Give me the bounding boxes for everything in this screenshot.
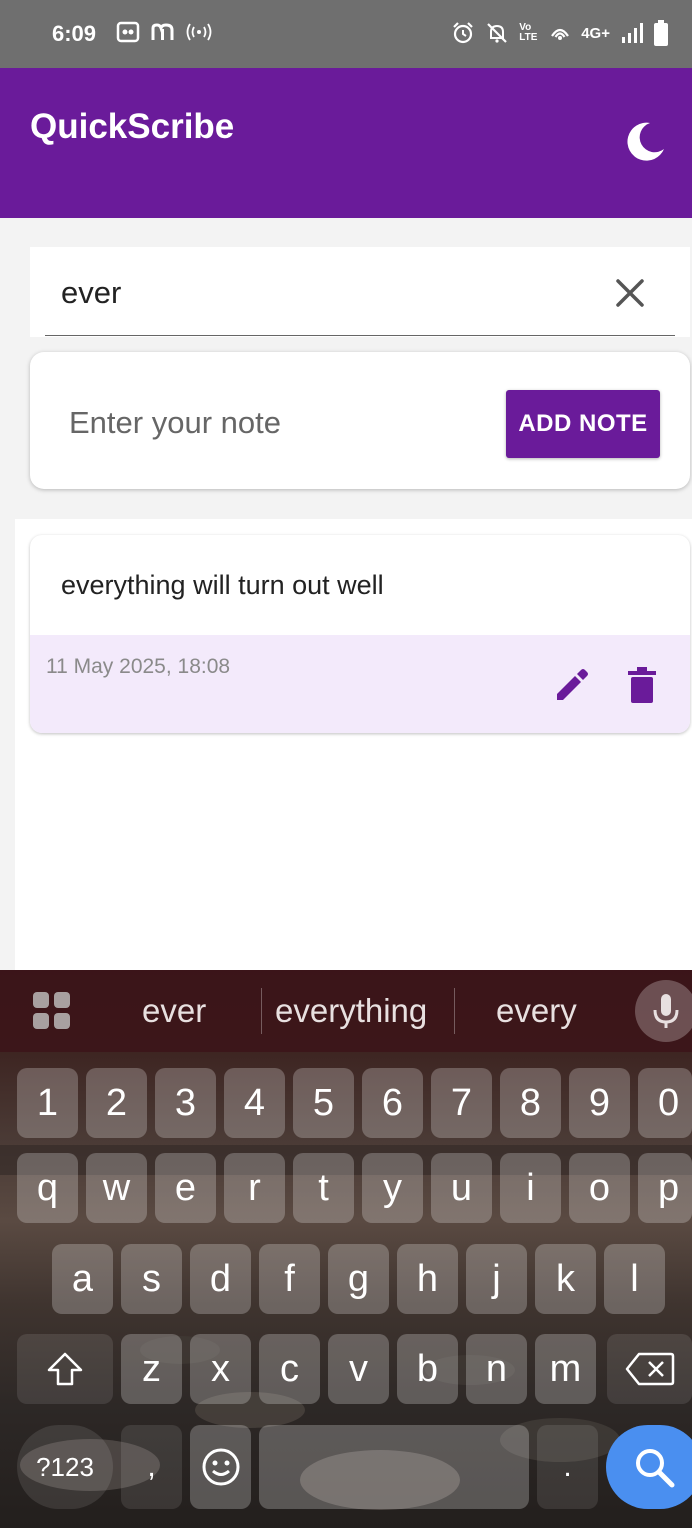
status-time: 6:09 (52, 21, 97, 46)
suggestion-bar: ever everything every (0, 970, 692, 1052)
key-j[interactable]: j (466, 1244, 527, 1314)
key-d[interactable]: d (190, 1244, 251, 1314)
search-key[interactable] (606, 1425, 692, 1509)
key-p[interactable]: p (638, 1153, 692, 1223)
suggestion-divider (261, 988, 262, 1034)
pencil-icon[interactable] (552, 665, 592, 705)
key-6[interactable]: 6 (362, 1068, 423, 1138)
comma-key[interactable]: , (121, 1425, 182, 1509)
key-h[interactable]: h (397, 1244, 458, 1314)
m-app-icon (151, 23, 174, 40)
apps-grid-icon[interactable] (33, 992, 71, 1030)
key-y[interactable]: y (362, 1153, 423, 1223)
screenshot-icon (116, 21, 140, 43)
trash-icon[interactable] (622, 665, 662, 705)
key-w[interactable]: w (86, 1153, 147, 1223)
key-4[interactable]: 4 (224, 1068, 285, 1138)
note-date: 11 May 2025, 18:08 (46, 655, 231, 678)
key-x[interactable]: x (190, 1334, 251, 1404)
status-bar: 6:09 Vo LTE 4G+ (0, 0, 692, 68)
key-b[interactable]: b (397, 1334, 458, 1404)
note-input[interactable]: Enter your note (69, 405, 281, 441)
shift-icon (47, 1352, 83, 1386)
app-title: QuickScribe (30, 107, 235, 146)
key-m[interactable]: m (535, 1334, 596, 1404)
network-type: 4G+ (581, 24, 610, 42)
wifi-calling-icon (551, 28, 570, 40)
key-u[interactable]: u (431, 1153, 492, 1223)
key-1[interactable]: 1 (17, 1068, 78, 1138)
moon-icon[interactable] (620, 117, 670, 167)
backspace-icon (625, 1352, 674, 1386)
soft-keyboard: ever everything every 1 2 3 4 5 6 7 8 9 … (0, 970, 692, 1528)
space-key[interactable] (259, 1425, 529, 1509)
key-5[interactable]: 5 (293, 1068, 354, 1138)
symbols-key[interactable]: ?123 (17, 1425, 113, 1509)
key-c[interactable]: c (259, 1334, 320, 1404)
note-footer: 11 May 2025, 18:08 (30, 635, 690, 733)
key-f[interactable]: f (259, 1244, 320, 1314)
note-text: everything will turn out well (61, 570, 384, 600)
search-underline (45, 335, 675, 336)
add-note-button[interactable]: ADD NOTE (506, 390, 660, 458)
emoji-icon (202, 1448, 239, 1486)
key-q[interactable]: q (17, 1153, 78, 1223)
key-g[interactable]: g (328, 1244, 389, 1314)
shift-key[interactable] (17, 1334, 113, 1404)
key-3[interactable]: 3 (155, 1068, 216, 1138)
key-i[interactable]: i (500, 1153, 561, 1223)
key-0[interactable]: 0 (638, 1068, 692, 1138)
close-icon[interactable] (610, 273, 650, 313)
key-9[interactable]: 9 (569, 1068, 630, 1138)
key-2[interactable]: 2 (86, 1068, 147, 1138)
volte-label: Vo LTE (519, 22, 538, 43)
suggestion-3[interactable]: every (496, 992, 577, 1030)
suggestion-divider (454, 988, 455, 1034)
hotspot-icon (186, 23, 212, 41)
key-n[interactable]: n (466, 1334, 527, 1404)
key-8[interactable]: 8 (500, 1068, 561, 1138)
suggestion-2[interactable]: everything (275, 992, 427, 1030)
signal-icon (622, 23, 643, 43)
search-input[interactable]: ever (61, 275, 121, 311)
key-k[interactable]: k (535, 1244, 596, 1314)
emoji-key[interactable] (190, 1425, 251, 1509)
suggestion-1[interactable]: ever (142, 992, 206, 1030)
note-card[interactable]: everything will turn out well 11 May 202… (30, 535, 690, 733)
key-a[interactable]: a (52, 1244, 113, 1314)
key-7[interactable]: 7 (431, 1068, 492, 1138)
mute-icon (487, 23, 507, 43)
key-t[interactable]: t (293, 1153, 354, 1223)
mic-icon (653, 994, 679, 1028)
search-bar: ever (30, 247, 690, 337)
key-z[interactable]: z (121, 1334, 182, 1404)
key-o[interactable]: o (569, 1153, 630, 1223)
key-l[interactable]: l (604, 1244, 665, 1314)
key-r[interactable]: r (224, 1153, 285, 1223)
battery-icon (654, 20, 668, 46)
alarm-icon (453, 22, 473, 44)
note-input-card: Enter your note ADD NOTE (30, 352, 690, 489)
backspace-key[interactable] (607, 1334, 692, 1404)
key-s[interactable]: s (121, 1244, 182, 1314)
key-v[interactable]: v (328, 1334, 389, 1404)
app-bar: QuickScribe (0, 68, 692, 218)
period-key[interactable]: . (537, 1425, 598, 1509)
search-icon (636, 1449, 675, 1488)
key-e[interactable]: e (155, 1153, 216, 1223)
mic-button[interactable] (635, 980, 692, 1042)
